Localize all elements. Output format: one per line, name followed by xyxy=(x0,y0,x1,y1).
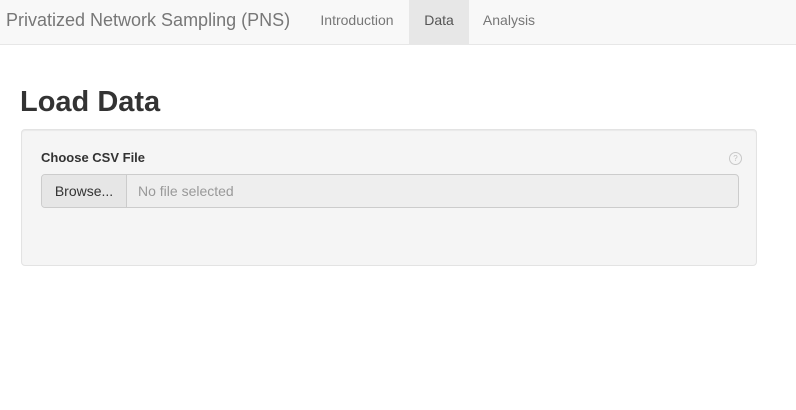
file-name-display[interactable]: No file selected xyxy=(138,175,234,207)
file-input-group: Browse... No file selected xyxy=(41,174,739,208)
tab-introduction[interactable]: Introduction xyxy=(305,0,409,44)
file-upload-panel: Choose CSV File ? Browse... No file sele… xyxy=(21,129,757,266)
tab-data[interactable]: Data xyxy=(409,0,469,44)
app-brand[interactable]: Privatized Network Sampling (PNS) xyxy=(6,0,290,44)
help-icon[interactable]: ? xyxy=(729,152,742,165)
tab-analysis[interactable]: Analysis xyxy=(469,0,549,44)
file-input-label: Choose CSV File xyxy=(41,150,146,165)
browse-button[interactable]: Browse... xyxy=(42,175,127,207)
page-title: Load Data xyxy=(20,86,161,118)
top-navbar: Privatized Network Sampling (PNS) Introd… xyxy=(0,0,796,45)
